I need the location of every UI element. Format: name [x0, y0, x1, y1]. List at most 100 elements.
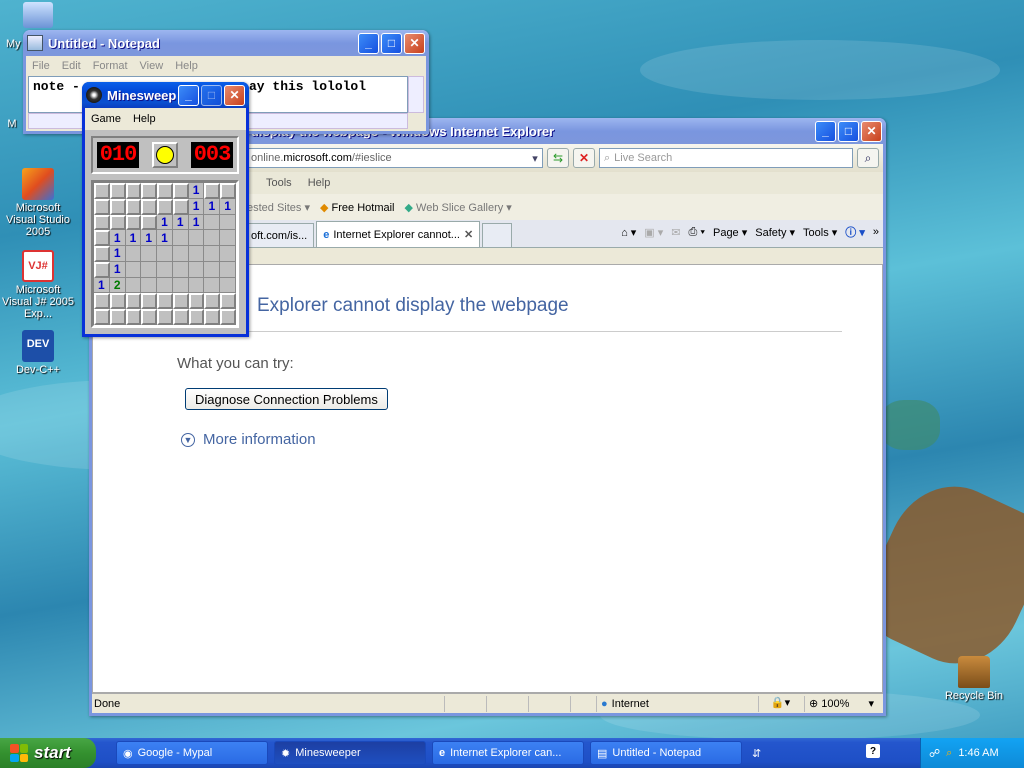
mine-cell[interactable]: 1: [188, 198, 205, 215]
mine-cell[interactable]: [125, 198, 142, 215]
mine-cell[interactable]: [157, 277, 173, 294]
search-button[interactable]: ⌕: [857, 148, 879, 168]
mine-cell[interactable]: [141, 198, 158, 215]
menu-format[interactable]: Format: [87, 60, 134, 72]
refresh-button[interactable]: ⇆: [547, 148, 569, 168]
mine-cell[interactable]: [172, 230, 189, 247]
mine-cell[interactable]: 1: [125, 230, 142, 247]
suggested-sites-link[interactable]: ested Sites ▾: [247, 201, 310, 214]
mine-cell[interactable]: 2: [109, 277, 126, 294]
mine-cell[interactable]: [220, 183, 236, 199]
menu-game[interactable]: Game: [85, 113, 127, 125]
tab-ie-cannot-display[interactable]: e Internet Explorer cannot... ✕: [316, 221, 481, 247]
mine-cell[interactable]: [125, 214, 142, 231]
mine-cell[interactable]: [220, 309, 236, 325]
mine-cell[interactable]: [172, 293, 189, 310]
mine-cell[interactable]: [125, 293, 142, 310]
mine-cell[interactable]: [220, 246, 236, 262]
mine-cell[interactable]: [188, 261, 205, 278]
mine-cell[interactable]: 1: [188, 214, 205, 231]
page-menu[interactable]: Page ▾: [713, 226, 747, 239]
mine-cell[interactable]: [220, 214, 236, 231]
mine-cell[interactable]: [157, 246, 173, 262]
minesweeper-window[interactable]: Minesweeper... _ □ ✕ Game Help 010 003 1…: [82, 82, 249, 337]
mine-cell[interactable]: [141, 309, 158, 325]
mine-cell[interactable]: [172, 309, 189, 325]
mine-cell[interactable]: [220, 261, 236, 278]
mine-cell[interactable]: [125, 183, 142, 199]
chevron-right-icon[interactable]: »: [873, 226, 879, 238]
mine-cell[interactable]: 1: [204, 198, 221, 215]
menu-file[interactable]: File: [26, 60, 56, 72]
mine-cell[interactable]: 1: [109, 230, 126, 247]
mine-cell[interactable]: [220, 230, 236, 247]
minimize-button[interactable]: _: [178, 84, 199, 106]
mine-cell[interactable]: [204, 230, 221, 247]
taskbar-expand-icon[interactable]: ⇵: [752, 747, 761, 760]
task-notepad[interactable]: ▤ Untitled - Notepad: [590, 741, 742, 765]
desktop-icon-recycle-bin[interactable]: Recycle Bin: [936, 656, 1012, 702]
mine-cell[interactable]: 1: [94, 277, 110, 294]
tab-microsoft[interactable]: oft.com/is...: [244, 223, 315, 247]
menu-help[interactable]: Help: [127, 113, 162, 125]
close-button[interactable]: ✕: [404, 32, 425, 54]
mine-cell[interactable]: [204, 261, 221, 278]
mine-cell[interactable]: [109, 309, 126, 325]
mine-cell[interactable]: [94, 198, 110, 215]
notepad-titlebar[interactable]: Untitled - Notepad _ □ ✕: [23, 30, 429, 56]
desktop-icon-visual-jsharp[interactable]: VJ# Microsoft Visual J# 2005 Exp...: [0, 250, 76, 320]
minesweeper-titlebar[interactable]: Minesweeper... _ □ ✕: [82, 82, 249, 108]
mine-cell[interactable]: [157, 183, 173, 199]
mine-cell[interactable]: [157, 309, 173, 325]
menu-help[interactable]: Help: [169, 60, 204, 72]
mine-cell[interactable]: [125, 246, 142, 262]
mine-cell[interactable]: [172, 198, 189, 215]
maximize-button[interactable]: □: [381, 32, 402, 54]
mine-cell[interactable]: [94, 214, 110, 231]
mine-cell[interactable]: [204, 293, 221, 310]
help-icon[interactable]: ⓘ ▾: [845, 224, 865, 240]
mine-cell[interactable]: [204, 277, 221, 294]
smiley-button[interactable]: [152, 142, 178, 168]
mine-cell[interactable]: 1: [109, 246, 126, 262]
maximize-button[interactable]: □: [838, 120, 859, 142]
mine-cell[interactable]: 1: [141, 230, 158, 247]
mine-cell[interactable]: [188, 277, 205, 294]
chevron-down-icon[interactable]: ▾: [528, 152, 542, 165]
network-icon[interactable]: ☍: [929, 747, 940, 760]
desktop-icon-dev-cpp[interactable]: DEV Dev-C++: [0, 330, 76, 376]
mine-cell[interactable]: [204, 309, 221, 325]
mail-icon[interactable]: ✉: [671, 226, 680, 239]
tools-menu[interactable]: Tools ▾: [803, 226, 837, 239]
mine-cell[interactable]: [125, 261, 142, 278]
mine-cell[interactable]: [172, 261, 189, 278]
start-button[interactable]: start: [0, 738, 96, 768]
more-information-link[interactable]: ▼ More information: [181, 431, 316, 448]
mine-cell[interactable]: [188, 230, 205, 247]
mine-cell[interactable]: [109, 293, 126, 310]
mine-cell[interactable]: [94, 246, 110, 262]
safety-menu[interactable]: Safety ▾: [755, 226, 795, 239]
mine-cell[interactable]: [94, 293, 110, 310]
mine-cell[interactable]: [157, 198, 173, 215]
mine-cell[interactable]: [204, 214, 221, 231]
mine-cell[interactable]: 1: [157, 230, 173, 247]
mine-cell[interactable]: [109, 183, 126, 199]
mine-cell[interactable]: [125, 277, 142, 294]
mine-cell[interactable]: 1: [109, 261, 126, 278]
mine-cell[interactable]: [94, 230, 110, 247]
vertical-scrollbar[interactable]: [408, 76, 424, 113]
feeds-icon[interactable]: ▣ ▾: [644, 226, 663, 239]
stop-button[interactable]: ✕: [573, 148, 595, 168]
mine-cell[interactable]: [188, 309, 205, 325]
mine-cell[interactable]: [94, 183, 110, 199]
mine-cell[interactable]: [94, 261, 110, 278]
minimize-button[interactable]: _: [815, 120, 836, 142]
web-slice-gallery-link[interactable]: ◆ Web Slice Gallery ▾: [405, 201, 512, 214]
mine-cell[interactable]: [141, 214, 158, 231]
tab-close-icon[interactable]: ✕: [464, 228, 473, 241]
mine-cell[interactable]: [141, 293, 158, 310]
task-minesweeper[interactable]: ✹ Minesweeper: [274, 741, 426, 765]
help-icon[interactable]: ?: [866, 744, 880, 758]
maximize-button[interactable]: □: [201, 84, 222, 106]
